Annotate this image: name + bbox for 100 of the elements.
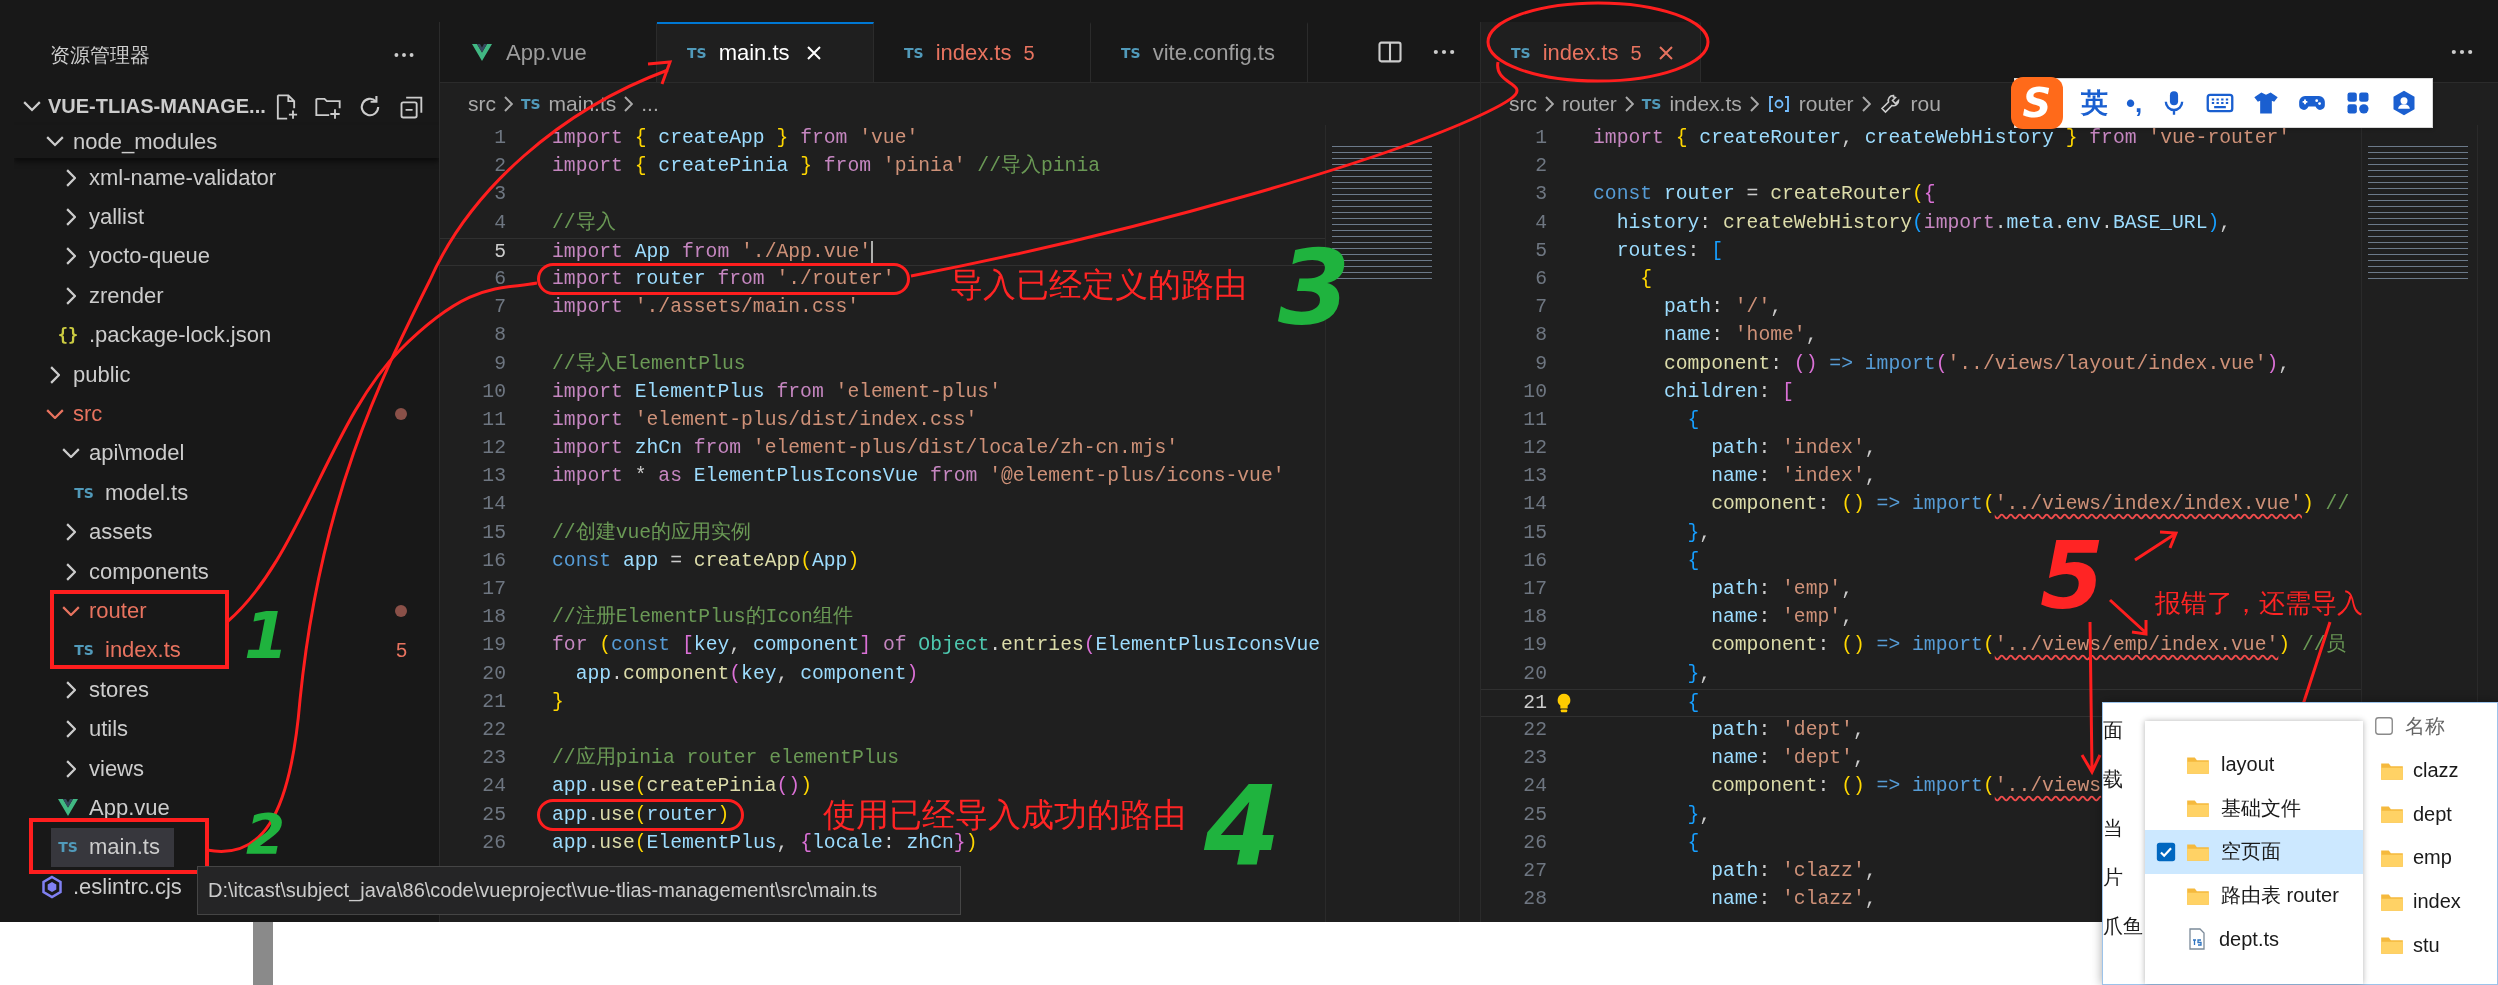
breadcrumb-item[interactable]: src (468, 92, 496, 116)
chevron-right-icon (1861, 96, 1871, 112)
problem-count: 5 (1630, 41, 1642, 65)
line-number: 25 (1522, 802, 1547, 828)
line-number: 23 (1522, 746, 1547, 772)
folder-item[interactable]: components (51, 551, 223, 592)
line-number: 16 (481, 548, 506, 574)
file-item[interactable]: TS model.ts (67, 473, 203, 513)
line-number: 8 (493, 323, 506, 349)
line-number: 28 (1522, 887, 1547, 913)
breadcrumb-item[interactable]: ... (641, 92, 659, 116)
line-number: 17 (481, 577, 506, 602)
nav-label[interactable]: 当 (2103, 815, 2145, 842)
code-line: app.use(router) (537, 798, 745, 831)
code-line: { (1686, 690, 1700, 716)
folder-item[interactable]: dept (2373, 792, 2497, 837)
code-line: //注册ElementPlus的Icon组件 (552, 604, 853, 631)
breadcrumb-item[interactable]: router (1766, 92, 1854, 116)
ts-file-icon: TS (1121, 45, 1141, 61)
file-item[interactable]: TS main.ts (51, 827, 174, 868)
nav-label[interactable]: 面 (2103, 717, 2145, 744)
line-number: 14 (481, 492, 506, 518)
folder-item[interactable]: zrender (51, 276, 178, 316)
folder-item[interactable]: 基础文件 (2145, 786, 2363, 831)
chevron-right-icon (1624, 96, 1634, 112)
code-line: { (1686, 830, 1700, 856)
folder-item[interactable]: src (35, 394, 117, 434)
line-number: 5 (493, 239, 506, 265)
folder-item[interactable]: 路由表 router (2145, 873, 2363, 918)
code-line: path: '/', (1662, 295, 1783, 321)
checkbox-icon[interactable] (2155, 841, 2177, 864)
ts-file-icon: TS (74, 642, 94, 659)
folder-item[interactable]: 空页面 (2145, 830, 2363, 874)
breadcrumb-item[interactable]: router (1561, 92, 1617, 116)
column-header[interactable]: 名称 (2405, 712, 2445, 740)
folder-item[interactable]: node_modules (35, 125, 232, 158)
chevron-down-icon[interactable] (23, 101, 41, 112)
code-line: { (1639, 266, 1653, 292)
folder-item[interactable]: layout (2145, 743, 2363, 787)
line-number: 12 (1522, 436, 1547, 462)
line-number: 27 (1522, 858, 1547, 884)
folder-item[interactable]: yallist (51, 197, 158, 237)
nav-label[interactable]: 片 (2103, 864, 2145, 891)
folder-item[interactable]: emp (2373, 836, 2497, 880)
line-number: 25 (481, 802, 506, 828)
line-number: 19 (1522, 633, 1547, 659)
line-number: 7 (493, 295, 506, 321)
file-item[interactable]: TS index.ts (67, 630, 195, 671)
file-item[interactable]: App.vue (51, 788, 184, 828)
nav-label[interactable]: 爪鱼 (2103, 913, 2145, 940)
ts-file-icon: TS (520, 96, 541, 112)
folder-item[interactable]: index (2373, 879, 2497, 924)
code-line: import ElementPlus from 'element-plus' (552, 379, 1001, 405)
chevron-right-icon (1749, 96, 1759, 112)
folder-item[interactable]: public (35, 354, 145, 395)
folder-item[interactable]: api\model (51, 433, 199, 474)
line-number: 15 (481, 520, 506, 546)
annotation-arrow (2108, 598, 2148, 636)
line-number: 26 (481, 830, 506, 856)
file-item[interactable]: dept.ts (2145, 917, 2363, 961)
file-item[interactable]: .eslintrc.cjs (35, 867, 196, 907)
language-toggle[interactable]: 英 (2081, 85, 2108, 121)
code-line: name: 'emp', (1710, 605, 1853, 631)
code-line: name: 'dept', (1710, 746, 1865, 772)
breadcrumb-item[interactable]: src (1509, 92, 1537, 116)
folder-item[interactable]: router (51, 591, 161, 631)
code-line: import './assets/main.css' (552, 295, 860, 321)
folder-item[interactable]: stu (2373, 923, 2497, 967)
folder-item[interactable]: yocto-queue (51, 236, 225, 277)
checkbox-icon[interactable] (2373, 715, 2395, 737)
line-number: 10 (1522, 379, 1547, 405)
code-line: app.use(ElementPlus, {locale: zhCn}) (552, 831, 978, 856)
code-line: path: 'clazz', (1710, 858, 1877, 884)
line-number: 23 (481, 746, 506, 772)
editor-tab[interactable]: TS index.ts 5 (1481, 22, 1701, 82)
code-line: component: () => import('../views (1710, 774, 2102, 800)
folder-item[interactable]: assets (51, 512, 167, 552)
hexagon-icon (40, 874, 64, 899)
folder-item[interactable]: stores (51, 670, 163, 710)
punctuation-toggle[interactable]: •, (2126, 87, 2143, 119)
ts-file-icon: TS (687, 45, 707, 61)
nav-label[interactable]: 载 (2103, 766, 2145, 793)
breadcrumb-item[interactable]: rou (1878, 92, 1941, 116)
line-number: 22 (481, 717, 506, 743)
folder-item[interactable]: views (51, 748, 158, 789)
code-line: const router = createRouter({ (1593, 182, 1936, 208)
line-number: 19 (481, 633, 506, 659)
folder-item[interactable]: xml-name-validator (51, 158, 291, 198)
project-title[interactable]: VUE-TLIAS-MANAGE... (48, 95, 266, 118)
code-line: }, (1686, 661, 1712, 687)
folder-item[interactable]: clazz (2373, 749, 2497, 793)
file-item[interactable]: {} .package-lock.json (51, 315, 286, 355)
folder-item[interactable]: utils (51, 709, 143, 749)
line-number: 9 (493, 351, 506, 377)
line-number: 18 (1522, 605, 1547, 631)
breadcrumb-item[interactable]: TS index.ts (1641, 92, 1742, 116)
editor-tab[interactable]: TS main.ts (657, 22, 874, 82)
line-number: 15 (1522, 520, 1547, 546)
scrollbar (253, 922, 273, 985)
code-line: //导入ElementPlus (552, 351, 746, 377)
